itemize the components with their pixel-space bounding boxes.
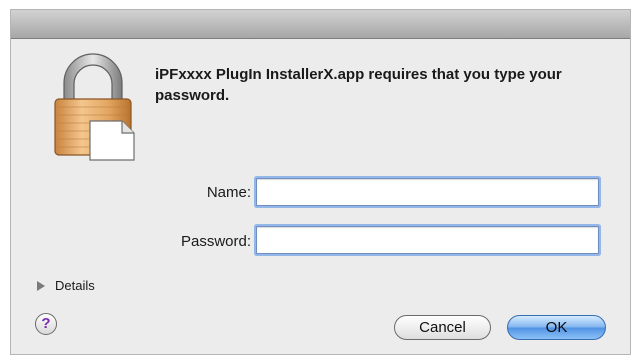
dialog-message: iPFxxxx PlugIn InstallerX.app requires t… (155, 66, 562, 104)
name-label: Name: (206, 184, 251, 201)
ok-button[interactable]: OK (507, 315, 606, 340)
password-label: Password: (180, 233, 251, 250)
help-button[interactable]: ? (35, 313, 57, 335)
name-field[interactable] (256, 178, 599, 206)
details-label: Details (55, 278, 95, 293)
details-disclosure[interactable]: Details (37, 278, 95, 293)
cancel-button[interactable]: Cancel (394, 315, 491, 340)
authentication-dialog: iPFxxxx PlugIn InstallerX.app requires t… (11, 10, 630, 354)
disclosure-triangle-icon (37, 280, 45, 291)
password-field[interactable] (256, 226, 599, 254)
lock-icon (54, 53, 135, 161)
window-titlebar[interactable] (11, 10, 630, 39)
